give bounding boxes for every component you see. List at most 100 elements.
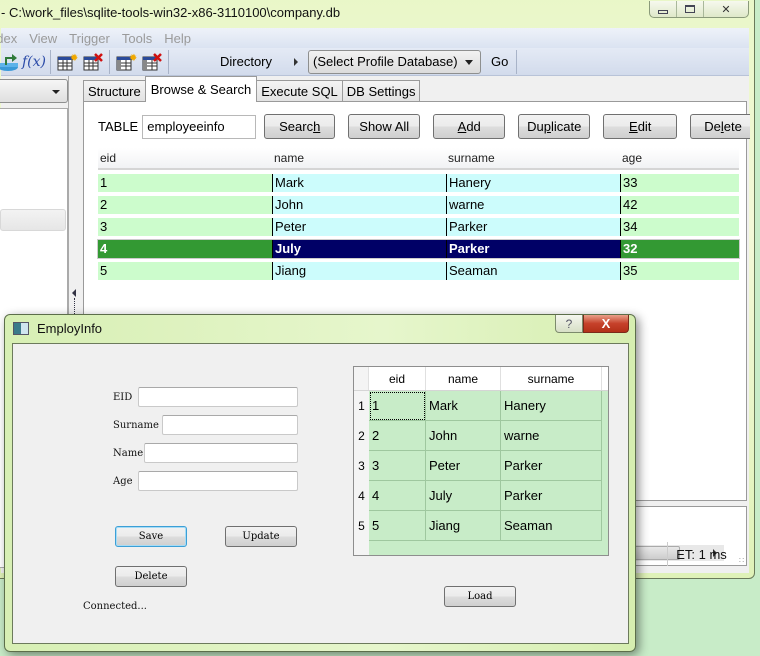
- tab-execute-sql[interactable]: Execute SQL: [256, 80, 343, 102]
- help-button[interactable]: ?: [555, 315, 583, 333]
- cell-name[interactable]: July: [426, 481, 501, 511]
- cell-name[interactable]: Mark: [426, 391, 501, 421]
- cell-eid[interactable]: 5: [369, 511, 426, 541]
- cell-surname[interactable]: warne: [501, 421, 602, 451]
- cell-name[interactable]: Jiang: [426, 511, 501, 541]
- tab-browse-search[interactable]: Browse & Search: [144, 76, 258, 102]
- delete-view-button[interactable]: [139, 51, 165, 73]
- cell-eid[interactable]: 1: [98, 174, 272, 192]
- function-button[interactable]: f(x): [21, 51, 47, 73]
- cell-name[interactable]: July: [272, 240, 446, 258]
- table-row-selected[interactable]: 4 July Parker 32: [97, 239, 740, 259]
- cell-eid[interactable]: 1: [369, 391, 426, 421]
- table-row[interactable]: 5 5 Jiang Seaman: [354, 511, 602, 541]
- cell-age[interactable]: 33: [620, 174, 739, 192]
- row-header[interactable]: 1: [354, 391, 369, 421]
- cell-age[interactable]: 34: [620, 218, 739, 236]
- menu-view[interactable]: View: [29, 31, 65, 46]
- cell-name[interactable]: Peter: [272, 218, 446, 236]
- cell-surname[interactable]: Seaman: [446, 262, 620, 280]
- column-header-surname[interactable]: surname: [501, 367, 602, 390]
- column-header-age[interactable]: age: [620, 148, 739, 168]
- column-header-name[interactable]: name: [272, 148, 446, 168]
- menu-tools[interactable]: Tools: [122, 31, 160, 46]
- corner-header[interactable]: [354, 367, 369, 390]
- update-button[interactable]: Update: [225, 526, 297, 547]
- column-header-eid[interactable]: eid: [369, 367, 426, 390]
- column-header-eid[interactable]: eid: [98, 148, 272, 168]
- tab-db-settings[interactable]: DB Settings: [341, 80, 421, 102]
- cell-surname[interactable]: Parker: [446, 218, 620, 236]
- menu-index[interactable]: ndex: [0, 31, 25, 46]
- directory-label[interactable]: Directory: [212, 54, 280, 69]
- table-row[interactable]: 3 3 Peter Parker: [354, 451, 602, 481]
- minimize-button[interactable]: [650, 1, 677, 17]
- revert-changes-button[interactable]: [0, 51, 21, 73]
- cell-surname[interactable]: Parker: [446, 240, 620, 258]
- collapse-left-icon[interactable]: [72, 289, 76, 297]
- create-view-button[interactable]: ✹: [113, 51, 139, 73]
- menu-help[interactable]: Help: [164, 31, 199, 46]
- dialog-close-button[interactable]: X: [583, 315, 629, 333]
- tab-structure[interactable]: Structure: [83, 80, 146, 102]
- profile-database-select[interactable]: (Select Profile Database): [308, 49, 482, 74]
- cell-surname[interactable]: Hanery: [501, 391, 602, 421]
- cell-age[interactable]: 35: [620, 262, 739, 280]
- add-button[interactable]: Add: [433, 114, 506, 139]
- cell-surname[interactable]: Seaman: [501, 511, 602, 541]
- row-header[interactable]: 5: [354, 511, 369, 541]
- name-input[interactable]: [144, 443, 298, 463]
- cell-eid[interactable]: 2: [98, 196, 272, 214]
- table-row[interactable]: 3 Peter Parker 34: [98, 218, 739, 236]
- column-header-name[interactable]: name: [426, 367, 501, 390]
- go-button[interactable]: Go: [481, 49, 518, 74]
- object-type-select[interactable]: [0, 79, 68, 103]
- table-row[interactable]: 2 John warne 42: [98, 196, 739, 214]
- cell-eid[interactable]: 4: [98, 240, 272, 258]
- create-table-button[interactable]: ✹: [54, 51, 80, 73]
- duplicate-button[interactable]: Du p licate: [518, 114, 591, 139]
- table-row[interactable]: 1 Mark Hanery 33: [98, 174, 739, 192]
- table-row[interactable]: 1 1 Mark Hanery: [354, 391, 602, 421]
- cell-name[interactable]: Mark: [272, 174, 446, 192]
- close-button[interactable]: ✕: [704, 1, 748, 17]
- show-all-button[interactable]: Show All: [348, 114, 421, 139]
- table-row[interactable]: 5 Jiang Seaman 35: [98, 262, 739, 280]
- delete-button[interactable]: De l ete: [690, 114, 751, 139]
- cell-name[interactable]: John: [272, 196, 446, 214]
- edit-button[interactable]: Edit: [603, 114, 678, 139]
- list-item[interactable]: [0, 209, 66, 231]
- cell-surname[interactable]: Parker: [501, 451, 602, 481]
- cell-eid[interactable]: 3: [98, 218, 272, 236]
- cell-name[interactable]: Jiang: [272, 262, 446, 280]
- age-input[interactable]: [138, 471, 298, 491]
- cell-eid[interactable]: 4: [369, 481, 426, 511]
- directory-arrow-icon[interactable]: [294, 57, 299, 66]
- cell-name[interactable]: John: [426, 421, 501, 451]
- row-header[interactable]: 2: [354, 421, 369, 451]
- cell-eid[interactable]: 3: [369, 451, 426, 481]
- delete-table-button[interactable]: [80, 51, 106, 73]
- table-row[interactable]: 4 4 July Parker: [354, 481, 602, 511]
- cell-surname[interactable]: Parker: [501, 481, 602, 511]
- cell-eid[interactable]: 2: [369, 421, 426, 451]
- table-name-input[interactable]: [142, 114, 257, 139]
- search-button[interactable]: Searc h: [264, 114, 336, 139]
- cell-age[interactable]: 42: [620, 196, 739, 214]
- cell-surname[interactable]: warne: [446, 196, 620, 214]
- save-button[interactable]: Save: [115, 526, 187, 547]
- table-row[interactable]: 2 2 John warne: [354, 421, 602, 451]
- cell-age[interactable]: 32: [620, 240, 739, 258]
- delete-record-button[interactable]: Delete: [115, 566, 187, 587]
- cell-eid[interactable]: 5: [98, 262, 272, 280]
- row-header[interactable]: 4: [354, 481, 369, 511]
- menu-trigger[interactable]: Trigger: [69, 31, 118, 46]
- load-button[interactable]: Load: [444, 586, 516, 607]
- resize-grip-icon[interactable]: ∷: [739, 556, 744, 565]
- cell-surname[interactable]: Hanery: [446, 174, 620, 192]
- row-header[interactable]: 3: [354, 451, 369, 481]
- maximize-button[interactable]: [677, 1, 704, 17]
- column-header-surname[interactable]: surname: [446, 148, 620, 168]
- eid-input[interactable]: [138, 387, 298, 407]
- surname-input[interactable]: [162, 415, 298, 435]
